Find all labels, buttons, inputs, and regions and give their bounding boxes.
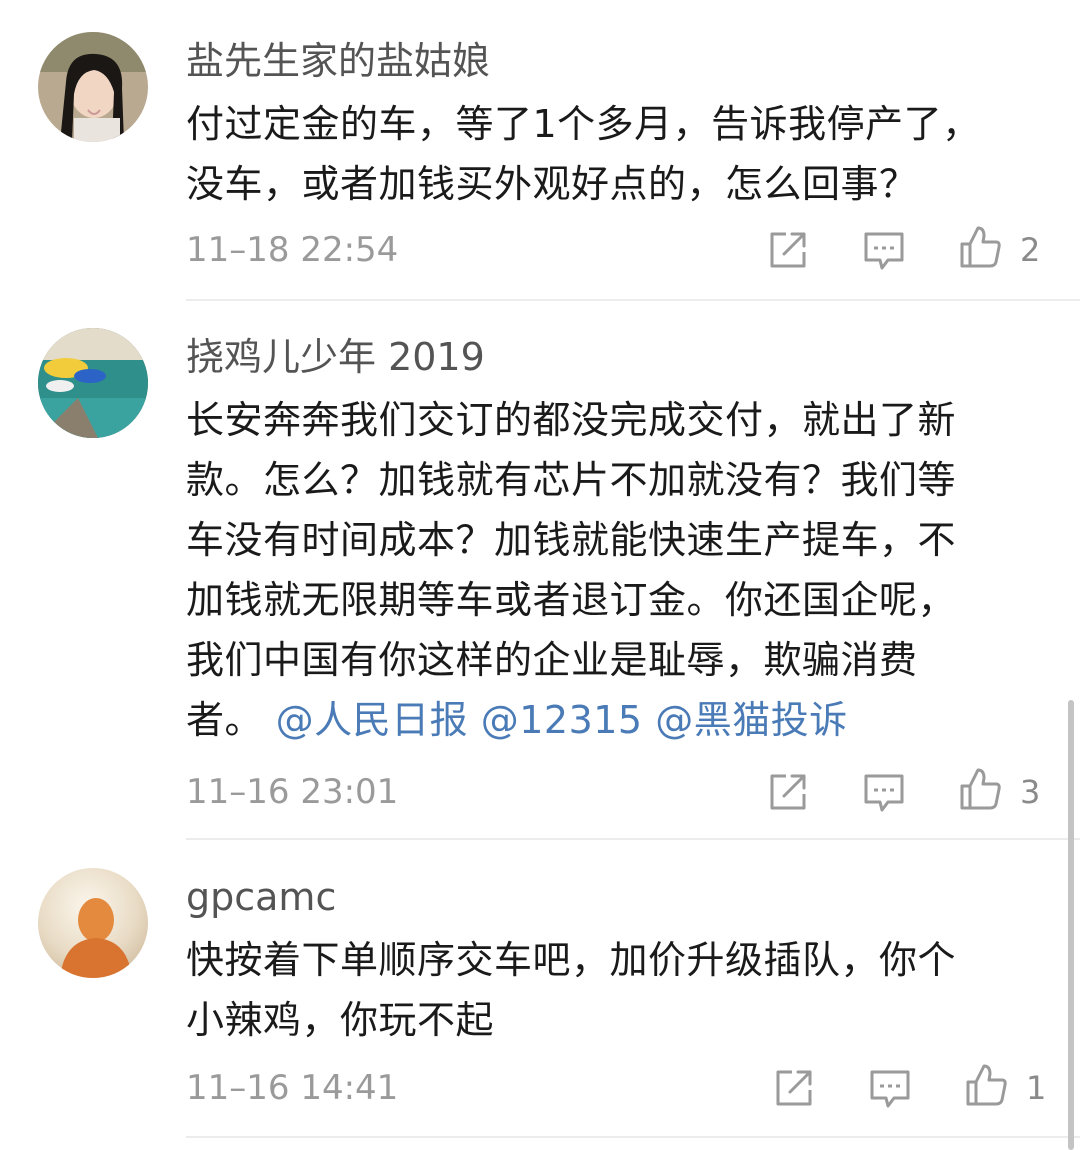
comment-line: 没车，或者加钱买外观好点的，怎么回事？ [186,162,918,206]
timestamp: 11–16 23:01 [186,772,399,812]
like-count: 1 [1026,1069,1047,1107]
comment-line: 加钱就无限期等车或者退订金。你还国企呢， [186,578,957,622]
scrollbar[interactable] [1068,700,1074,1150]
like-button[interactable] [956,764,1004,812]
timestamp: 11–16 14:41 [186,1068,399,1108]
like-count: 3 [1020,773,1041,811]
username[interactable]: 挠鸡儿少年 2019 [186,334,485,380]
like-button[interactable] [962,1060,1010,1108]
comment-text: 长安奔奔我们交订的都没完成交付，就出了新 款。怎么？加钱就有芯片不加就没有？我们… [186,390,1016,750]
mention-link[interactable]: @人民日报 [276,698,469,742]
share-button[interactable] [770,1064,818,1112]
thumbs-up-icon [966,1064,1007,1106]
mention-link[interactable]: @12315 [481,698,643,742]
comment-text: 快按着下单顺序交车吧，加价升级插队，你个 小辣鸡，你玩不起 [186,930,1016,1050]
timestamp: 11–18 22:54 [186,230,399,270]
share-button[interactable] [764,768,812,816]
thumbs-up-icon [960,226,1001,268]
share-icon [770,774,806,810]
reply-button[interactable] [860,768,908,816]
mention-link[interactable]: @黑猫投诉 [655,698,848,742]
comment-icon [864,232,904,270]
username[interactable]: 盐先生家的盐姑娘 [186,38,490,84]
comment-line: 车没有时间成本？加钱就能快速生产提车，不 [186,518,957,562]
reply-button[interactable] [860,226,908,274]
share-icon [776,1070,812,1106]
reply-button[interactable] [866,1064,914,1112]
share-icon [770,232,806,268]
comment-line: 小辣鸡，你玩不起 [186,998,495,1042]
share-button[interactable] [764,226,812,274]
comment-icon [870,1070,910,1108]
comment-line: 快按着下单顺序交车吧，加价升级插队，你个 [186,938,957,982]
comment-line: 款。怎么？加钱就有芯片不加就没有？我们等 [186,458,957,502]
comment-icon [864,774,904,812]
avatar[interactable] [38,32,148,142]
divider [186,838,1080,840]
like-count: 2 [1020,231,1041,269]
avatar[interactable] [38,868,148,978]
divider [186,1136,1080,1138]
comment-line: 付过定金的车，等了1个多月，告诉我停产了， [186,102,981,146]
comment-line: 我们中国有你这样的企业是耻辱，欺骗消费 [186,638,918,682]
avatar[interactable] [38,328,148,438]
username[interactable]: gpcamc [186,874,336,920]
divider [186,299,1080,301]
comment-line: 者。 @人民日报 @12315 @黑猫投诉 [186,690,1016,750]
thumbs-up-icon [960,768,1001,810]
comment-line-text: 者。 [186,698,264,742]
comment-text: 付过定金的车，等了1个多月，告诉我停产了， 没车，或者加钱买外观好点的，怎么回事… [186,94,1016,214]
like-button[interactable] [956,222,1004,270]
comment-line: 长安奔奔我们交订的都没完成交付，就出了新 [186,398,957,442]
